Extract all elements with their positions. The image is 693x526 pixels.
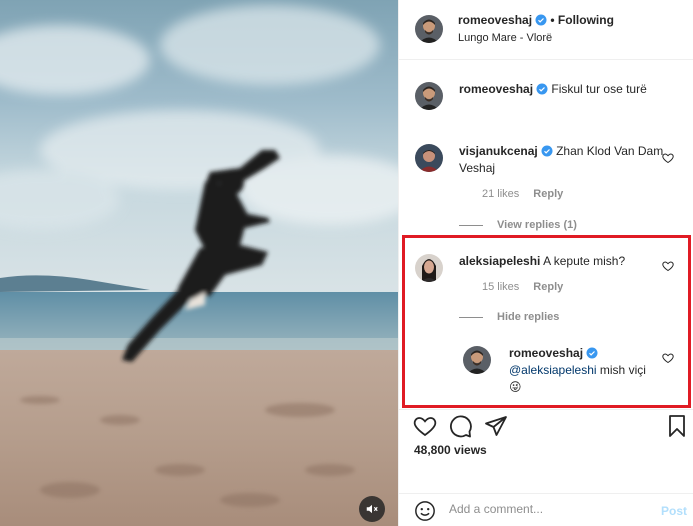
post-header: romeoveshaj • Following Lungo Mare - Vlo… — [399, 0, 693, 60]
comment-input[interactable] — [449, 502, 649, 516]
following-button[interactable]: • Following — [550, 13, 614, 27]
bookmark-icon[interactable] — [665, 414, 689, 438]
verified-badge-icon — [541, 145, 553, 157]
verified-badge-icon — [535, 14, 547, 26]
highlight-box — [402, 235, 691, 408]
heart-icon[interactable] — [413, 414, 437, 438]
caption-username[interactable]: romeoveshaj — [459, 82, 533, 96]
caption-text: Fiskul tur ose turë — [551, 82, 647, 96]
paper-plane-icon[interactable] — [484, 414, 508, 438]
caption: romeoveshaj Fiskul tur ose turë — [459, 81, 659, 98]
commenter-avatar[interactable] — [415, 144, 443, 172]
smiley-icon[interactable] — [414, 500, 436, 522]
reply-button[interactable]: Reply — [533, 188, 563, 200]
verified-badge-icon — [536, 83, 548, 95]
comment-likes[interactable]: 21 likes — [482, 188, 519, 200]
view-replies-label: View replies (1) — [497, 219, 577, 231]
post-action-bar — [399, 409, 693, 445]
author-avatar[interactable] — [415, 15, 443, 43]
caption-avatar[interactable] — [415, 82, 443, 110]
add-comment-bar: Post — [399, 493, 693, 526]
comment-username[interactable]: visjanukcenaj — [459, 144, 538, 158]
header-user-line: romeoveshaj • Following — [458, 13, 614, 27]
post-comment-button[interactable]: Post — [661, 504, 687, 518]
mute-toggle-button[interactable] — [359, 496, 385, 522]
post-video[interactable] — [0, 0, 398, 526]
comment-body: visjanukcenaj Zhan Klod Van Dam Veshaj — [459, 143, 669, 177]
video-frame — [0, 0, 398, 526]
location-link[interactable]: Lungo Mare - Vlorë — [458, 32, 552, 44]
author-username[interactable]: romeoveshaj — [458, 13, 532, 27]
comment-icon[interactable] — [449, 414, 473, 438]
speaker-muted-icon — [366, 504, 378, 514]
view-count[interactable]: 48,800 views — [414, 443, 487, 457]
comment-like-heart-icon[interactable] — [662, 152, 674, 164]
view-replies-toggle[interactable]: View replies (1) — [459, 219, 577, 231]
replies-divider — [459, 224, 483, 226]
comment-meta: 21 likes Reply — [482, 188, 577, 200]
